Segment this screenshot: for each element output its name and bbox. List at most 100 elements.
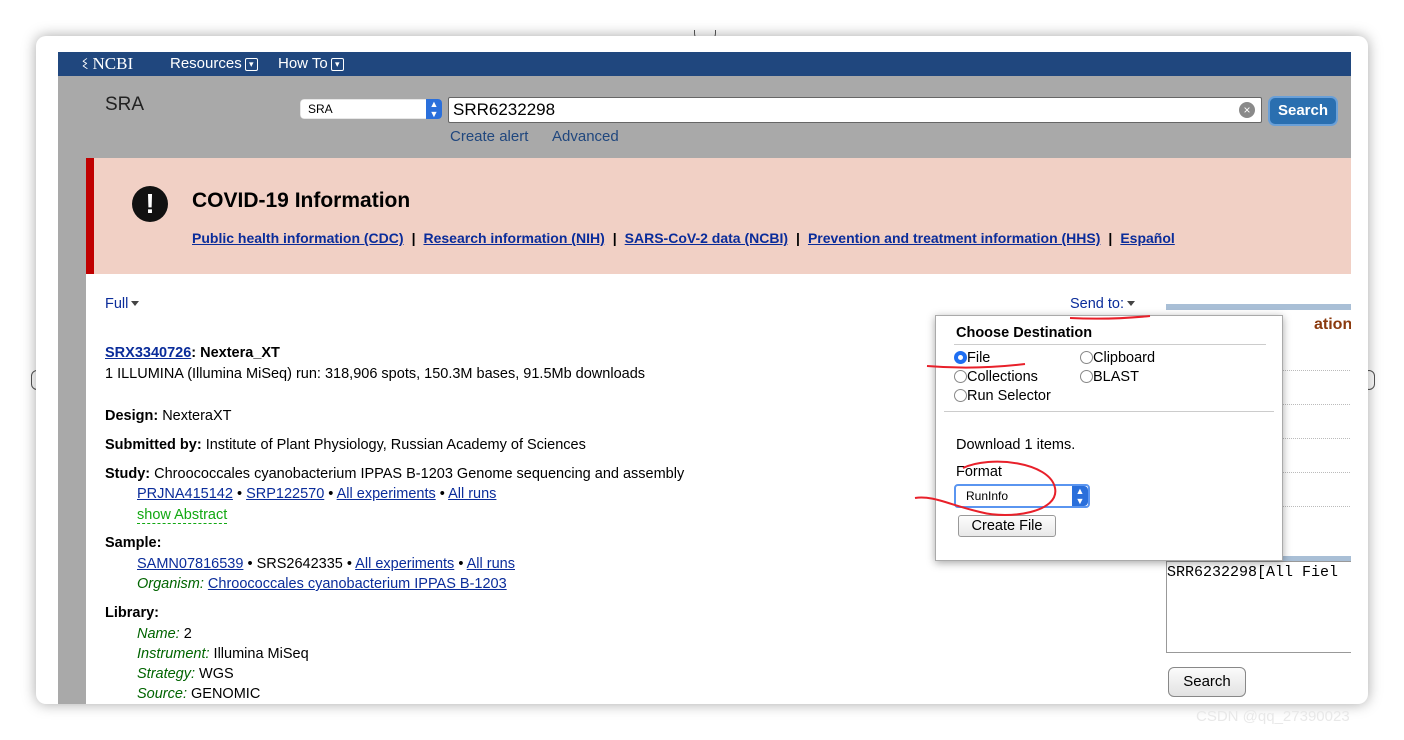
ncbi-logo[interactable]: ଽ NCBI [82, 54, 133, 74]
how-to-label: How To [278, 55, 328, 72]
strategy-label: Strategy: [137, 666, 196, 682]
advanced-link[interactable]: Advanced [552, 128, 619, 145]
resources-menu[interactable]: Resources ▾ [170, 55, 258, 72]
bullet: • [243, 556, 257, 572]
destination-clipboard-radio[interactable]: Clipboard [1080, 350, 1155, 366]
format-select[interactable]: RunInfo ▲ ▼ [954, 484, 1090, 508]
library-source-row: Source: GENOMIC [137, 686, 260, 702]
covid-link-espanol[interactable]: Español [1120, 230, 1174, 246]
covid-title: COVID-19 Information [192, 189, 411, 212]
chevron-down-icon: ▾ [244, 58, 258, 71]
organism-row: Organism: Chroococcales cyanobacterium I… [137, 576, 507, 592]
covid-link-hhs[interactable]: Prevention and treatment information (HH… [808, 230, 1100, 246]
library-strategy-row: Strategy: WGS [137, 666, 234, 682]
send-to-popup: Choose Destination File Clipboard Collec… [935, 315, 1283, 561]
design-row: Design: NexteraXT [105, 408, 232, 424]
download-count-text: Download 1 items. [956, 437, 1076, 453]
bioproject-link[interactable]: PRJNA415142 [137, 486, 233, 502]
bullet: • [454, 556, 467, 572]
sidebar-header: ation [1314, 316, 1351, 333]
separator: | [612, 230, 617, 246]
submitted-row: Submitted by: Institute of Plant Physiol… [105, 437, 586, 453]
select-updown-icon: ▲ ▼ [1072, 486, 1088, 506]
query-details-box[interactable]: SRR6232298[All Fiel [1166, 561, 1351, 653]
format-select-value: RunInfo [966, 489, 1009, 503]
caret-down-icon [1127, 301, 1136, 306]
database-select[interactable]: SRA ▲ ▼ [300, 99, 442, 119]
destination-run-selector-label: Run Selector [967, 388, 1051, 404]
source-value: GENOMIC [186, 686, 261, 702]
library-instrument-row: Instrument: Illumina MiSeq [137, 646, 309, 662]
study-all-runs-link[interactable]: All runs [448, 486, 496, 502]
how-to-menu[interactable]: How To ▾ [278, 55, 344, 72]
database-select-value: SRA [308, 102, 333, 116]
ncbi-top-bar: ଽ NCBI Resources ▾ How To ▾ [58, 52, 1351, 76]
organism-link[interactable]: Chroococcales cyanobacterium IPPAS B-120… [208, 576, 507, 592]
instrument-label: Instrument: [137, 646, 210, 662]
bullet: • [324, 486, 337, 502]
send-to-label: Send to: [1070, 296, 1125, 312]
resources-label: Resources [170, 55, 242, 72]
database-title: SRA [105, 94, 145, 115]
library-label: Library: [105, 605, 159, 621]
send-to-menu[interactable]: Send to: [1070, 296, 1136, 312]
biosample-link[interactable]: SAMN07816539 [137, 556, 243, 572]
destination-file-radio[interactable]: File [954, 350, 990, 366]
separator: | [1108, 230, 1113, 246]
radio-selected-icon [954, 351, 967, 364]
covid-link-cdc[interactable]: Public health information (CDC) [192, 230, 404, 246]
display-format-menu[interactable]: Full [105, 296, 140, 312]
bullet: • [232, 486, 247, 502]
ncbi-helix-icon: ଽ [82, 54, 89, 73]
sample-label: Sample: [105, 535, 162, 551]
ncbi-logo-text: NCBI [92, 54, 134, 73]
sample-all-runs-link[interactable]: All runs [467, 556, 515, 572]
bullet: • [342, 556, 356, 572]
destination-collections-radio[interactable]: Collections [954, 369, 1038, 385]
study-all-experiments-link[interactable]: All experiments [337, 486, 436, 502]
study-value: Chroococcales cyanobacterium IPPAS B-120… [150, 466, 685, 482]
destination-clipboard-label: Clipboard [1093, 350, 1156, 366]
covid-banner: ! COVID-19 Information Public health inf… [86, 158, 1351, 274]
search-input[interactable]: SRR6232298 × [448, 97, 1262, 123]
destination-blast-radio[interactable]: BLAST [1080, 369, 1139, 385]
caret-down-icon [131, 301, 140, 306]
submitted-label: Submitted by: [105, 437, 202, 453]
show-abstract-toggle[interactable]: show Abstract [137, 507, 228, 524]
run-summary: 1 ILLUMINA (Illumina MiSeq) run: 318,906… [105, 366, 646, 382]
bullet: • [435, 486, 449, 502]
covid-link-nih[interactable]: Research information (NIH) [423, 230, 604, 246]
library-name-label: Name: [137, 626, 180, 642]
sidebar-search-button[interactable]: Search [1168, 667, 1246, 697]
radio-icon [1080, 351, 1093, 364]
clear-icon[interactable]: × [1239, 102, 1255, 118]
design-label: Design: [105, 408, 159, 424]
create-file-button[interactable]: Create File [958, 515, 1056, 537]
search-button[interactable]: Search [1270, 98, 1336, 124]
format-label: Format [956, 464, 1002, 480]
srp-link[interactable]: SRP122570 [246, 486, 324, 502]
library-name-row: Name: 2 [137, 626, 192, 642]
destination-run-selector-radio[interactable]: Run Selector [954, 388, 1051, 404]
create-alert-link[interactable]: Create alert [450, 128, 528, 145]
separator: | [411, 230, 416, 246]
destination-collections-label: Collections [967, 369, 1038, 385]
study-links: PRJNA415142 • SRP122570 • All experiment… [137, 486, 496, 502]
popup-divider [954, 344, 1266, 345]
submitted-value: Institute of Plant Physiology, Russian A… [201, 437, 586, 453]
study-row: Study: Chroococcales cyanobacterium IPPA… [105, 466, 684, 482]
instrument-value: Illumina MiSeq [209, 646, 309, 662]
separator: | [796, 230, 800, 246]
show-abstract-label: show Abstract [137, 507, 228, 524]
query-details-text: SRR6232298[All Fiel [1167, 564, 1339, 581]
accession-link[interactable]: SRX3340726 [105, 345, 191, 361]
destination-file-label: File [967, 350, 991, 366]
source-label: Source: [137, 686, 187, 702]
sample-all-experiments-link[interactable]: All experiments [355, 556, 454, 572]
radio-icon [1080, 370, 1093, 383]
covid-link-ncbi[interactable]: SARS-CoV-2 data (NCBI) [625, 230, 788, 246]
strategy-value: WGS [195, 666, 234, 682]
radio-icon [954, 370, 967, 383]
popup-title: Choose Destination [956, 325, 1093, 341]
chevron-down-icon: ▾ [330, 58, 344, 71]
